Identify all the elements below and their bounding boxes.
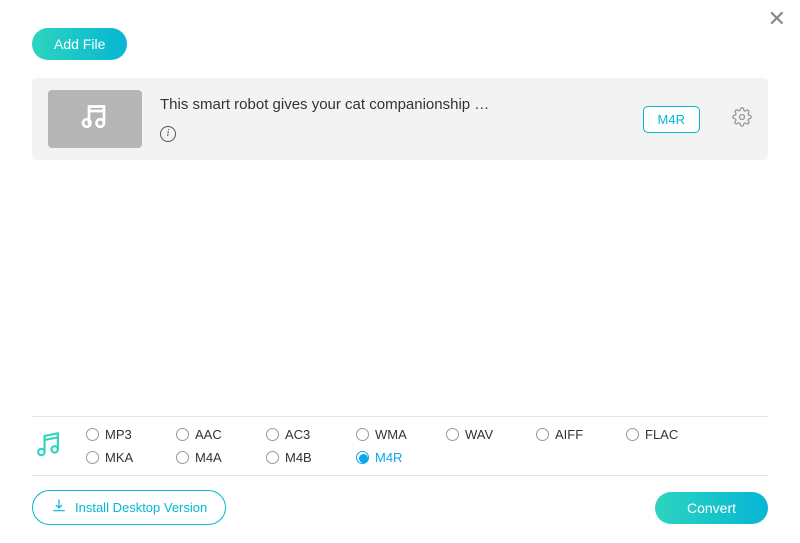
file-thumbnail	[48, 90, 142, 148]
radio-circle	[446, 428, 459, 441]
format-radio-m4a[interactable]: M4A	[176, 450, 266, 465]
format-radio-m4r[interactable]: M4R	[356, 450, 446, 465]
radio-circle	[266, 428, 279, 441]
radio-circle	[356, 451, 369, 464]
format-radio-mp3[interactable]: MP3	[86, 427, 176, 442]
info-icon[interactable]: i	[160, 126, 176, 142]
add-file-button[interactable]: Add File	[32, 28, 127, 60]
radio-circle	[626, 428, 639, 441]
format-radio-label: MP3	[105, 427, 132, 442]
radio-circle	[356, 428, 369, 441]
output-format-badge[interactable]: M4R	[643, 106, 700, 133]
format-radio-label: M4R	[375, 450, 402, 465]
format-radio-label: AC3	[285, 427, 310, 442]
install-desktop-label: Install Desktop Version	[75, 500, 207, 515]
music-note-icon	[32, 428, 64, 465]
format-panel: MP3 AAC AC3 WMA WAV AIFF FLAC MKA M4A M4B M4R	[32, 416, 768, 476]
format-radio-wav[interactable]: WAV	[446, 427, 536, 442]
close-icon[interactable]: ✕	[768, 8, 786, 30]
format-radio-label: AIFF	[555, 427, 583, 442]
radio-circle	[176, 428, 189, 441]
gear-icon[interactable]	[732, 107, 752, 132]
format-radio-flac[interactable]: FLAC	[626, 427, 716, 442]
format-radio-label: WAV	[465, 427, 493, 442]
radio-circle	[176, 451, 189, 464]
radio-circle	[86, 428, 99, 441]
format-radio-label: WMA	[375, 427, 407, 442]
music-note-icon	[77, 99, 113, 140]
format-radio-label: M4B	[285, 450, 312, 465]
format-radio-label: AAC	[195, 427, 222, 442]
install-desktop-button[interactable]: Install Desktop Version	[32, 490, 226, 525]
radio-circle	[86, 451, 99, 464]
format-radio-m4b[interactable]: M4B	[266, 450, 356, 465]
format-radio-aiff[interactable]: AIFF	[536, 427, 626, 442]
file-title: This smart robot gives your cat companio…	[160, 96, 625, 113]
format-radio-label: M4A	[195, 450, 222, 465]
format-radio-aac[interactable]: AAC	[176, 427, 266, 442]
format-radio-wma[interactable]: WMA	[356, 427, 446, 442]
file-row: This smart robot gives your cat companio…	[32, 78, 768, 160]
format-radio-ac3[interactable]: AC3	[266, 427, 356, 442]
radio-circle	[266, 451, 279, 464]
format-radio-mka[interactable]: MKA	[86, 450, 176, 465]
radio-circle	[536, 428, 549, 441]
convert-button[interactable]: Convert	[655, 492, 768, 524]
format-radio-label: FLAC	[645, 427, 678, 442]
format-radio-label: MKA	[105, 450, 133, 465]
download-icon	[51, 498, 67, 517]
